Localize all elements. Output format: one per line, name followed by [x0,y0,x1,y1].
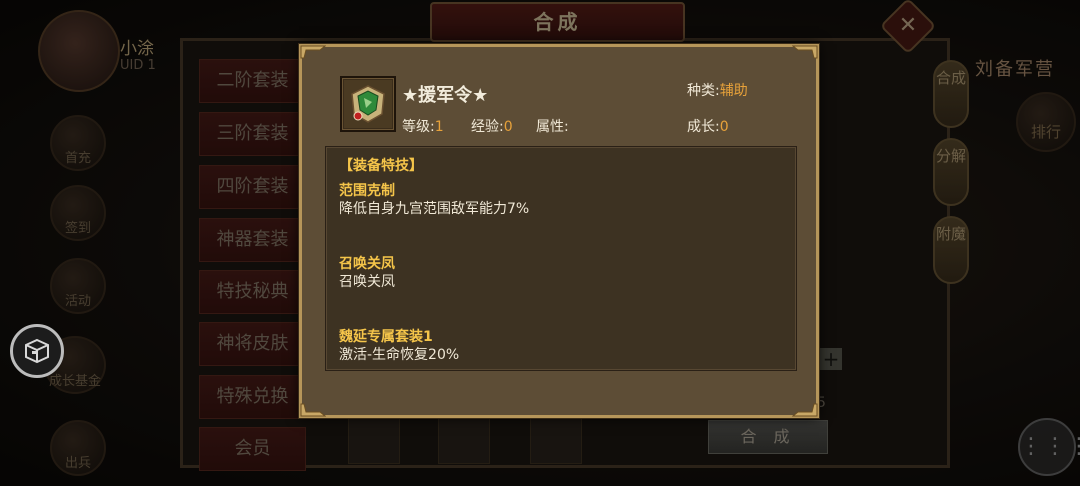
attribute-label: 属性: [536,119,569,135]
category-value: 辅助 [719,83,748,99]
exp-value: 0 [503,119,513,135]
cube-icon [25,338,49,364]
exp-stat: 经验:0 [471,116,513,136]
corner-ornament [792,403,818,417]
skill-desc: 召唤关凤 [339,274,395,290]
level-stat: 等级:1 [402,116,444,136]
item-icon-frame [340,76,396,132]
section-header: 【装备特技】 [339,158,423,174]
growth-value: 0 [719,119,729,135]
item-name: ★援军令★ [402,85,489,106]
corner-ornament [300,403,326,417]
exp-label: 经验: [471,119,504,135]
skill-desc: 降低自身九宫范围敌军能力7% [339,201,530,217]
item-detail-popup: ★援军令★ 种类:辅助 等级:1 经验:0 属性: 成长:0 【装备特技】 范围… [299,44,819,418]
category-label: 种类: [687,83,720,99]
category-stat: 种类:辅助 [687,80,748,100]
skill-title: 召唤关凤 [339,256,395,272]
skill-title: 魏延专属套装1 [339,329,433,345]
level-label: 等级: [402,119,435,135]
growth-stat: 成长:0 [687,116,729,136]
growth-label: 成长: [687,119,720,135]
corner-ornament [792,45,818,59]
floating-assistant-button[interactable] [10,324,64,378]
level-value: 1 [434,119,444,135]
attribute-stat: 属性: [536,116,569,136]
skill-desc: 激活-生命恢复20% [339,347,460,363]
corner-ornament [300,45,326,59]
skill-description-box: 【装备特技】 范围克制 降低自身九宫范围敌军能力7% 召唤关凤 召唤关凤 魏延专… [325,146,797,371]
skill-title: 范围克制 [339,183,395,199]
command-token-icon [344,80,392,128]
